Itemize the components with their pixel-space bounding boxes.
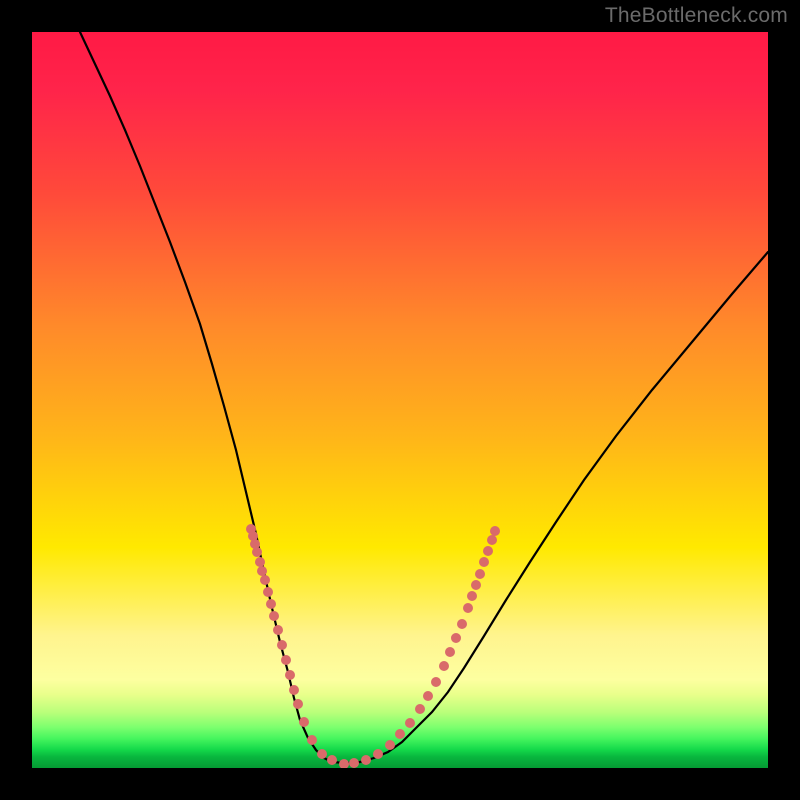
sample-dot [467, 591, 477, 601]
sample-dot [299, 717, 309, 727]
sample-dot [277, 640, 287, 650]
sample-dot [349, 758, 359, 768]
bottleneck-curve-path [80, 32, 768, 763]
sample-dot [255, 557, 265, 567]
sample-dot [395, 729, 405, 739]
sample-dot [463, 603, 473, 613]
sample-dot [445, 647, 455, 657]
sample-dot [269, 611, 279, 621]
sample-dot [385, 740, 395, 750]
bottleneck-curve [80, 32, 768, 763]
sample-dot [431, 677, 441, 687]
sample-dot [479, 557, 489, 567]
sample-dot [487, 535, 497, 545]
sample-dot [263, 587, 273, 597]
sample-dot [475, 569, 485, 579]
sample-dot [273, 625, 283, 635]
plot-area [32, 32, 768, 768]
sample-dot [373, 749, 383, 759]
sample-dot [289, 685, 299, 695]
sample-dot [405, 718, 415, 728]
sample-dot [317, 749, 327, 759]
sample-dot [293, 699, 303, 709]
sample-dot [285, 670, 295, 680]
sample-dot [439, 661, 449, 671]
sample-dot [361, 755, 371, 765]
sample-dot [423, 691, 433, 701]
sample-dot [471, 580, 481, 590]
sample-dot [307, 735, 317, 745]
sample-dot [490, 526, 500, 536]
curve-svg [32, 32, 768, 768]
chart-frame: TheBottleneck.com [0, 0, 800, 800]
sample-dots [246, 524, 500, 768]
sample-dot [457, 619, 467, 629]
sample-dot [327, 755, 337, 765]
sample-dot [451, 633, 461, 643]
sample-dot [257, 566, 267, 576]
sample-dot [260, 575, 270, 585]
sample-dot [252, 547, 262, 557]
sample-dot [281, 655, 291, 665]
watermark-text: TheBottleneck.com [605, 4, 788, 28]
sample-dot [339, 759, 349, 768]
sample-dot [415, 704, 425, 714]
sample-dot [266, 599, 276, 609]
sample-dot [483, 546, 493, 556]
